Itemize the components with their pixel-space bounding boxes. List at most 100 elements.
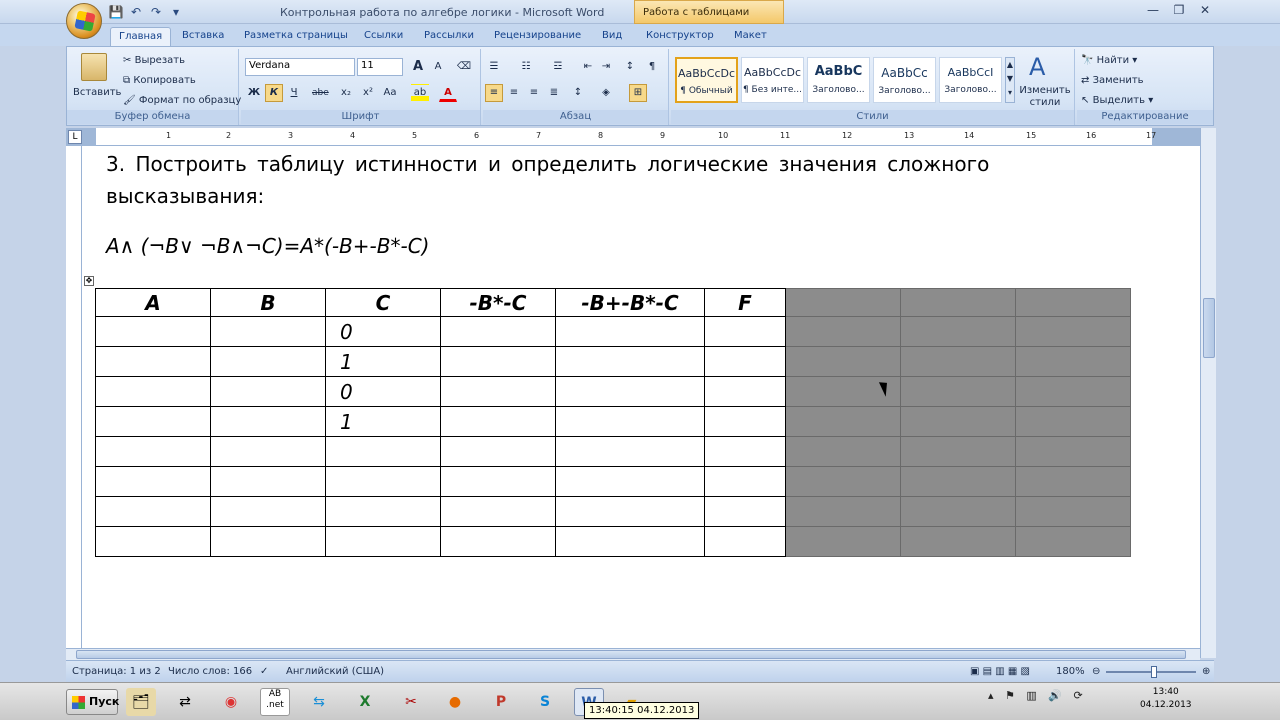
header-c[interactable]: C (325, 288, 441, 317)
volume-icon[interactable]: 🔊 (1048, 689, 1062, 702)
show-marks-button[interactable]: ¶ (643, 58, 661, 76)
table-cell-selected[interactable] (785, 436, 901, 467)
underline-button[interactable]: Ч (285, 84, 303, 102)
tab-home[interactable]: Главная (110, 27, 172, 46)
strikethrough-button[interactable]: abe (311, 84, 329, 102)
table-cell[interactable] (555, 526, 705, 557)
style-no-spacing[interactable]: AaBbCcDc ¶ Без инте... (741, 57, 804, 103)
table-cell-selected[interactable] (900, 288, 1016, 317)
cell-c-value[interactable]: 0 (325, 316, 441, 347)
redo-icon[interactable]: ↷ (148, 4, 164, 20)
change-case-button[interactable]: Aa (381, 84, 399, 102)
copy-button[interactable]: ⧉ Копировать (123, 75, 196, 86)
table-cell-selected[interactable] (900, 346, 1016, 377)
header-f[interactable]: F (704, 288, 786, 317)
table-cell[interactable] (555, 346, 705, 377)
tab-references[interactable]: Ссылки (356, 27, 411, 46)
vertical-scroll-thumb[interactable] (1203, 298, 1215, 358)
table-cell[interactable] (210, 496, 326, 527)
powerpoint-icon[interactable]: P (486, 688, 516, 716)
truth-table[interactable]: A B C -B*-C -B+-B*-C F 0101 (95, 288, 1131, 557)
abc-net-icon[interactable]: AB .net (260, 688, 290, 716)
style-heading-1[interactable]: AaBbC Заголово... (807, 57, 870, 103)
table-cell-selected[interactable] (900, 316, 1016, 347)
increase-indent-icon[interactable]: ⇥ (597, 58, 615, 76)
table-cell-selected[interactable] (785, 466, 901, 497)
tab-page-layout[interactable]: Разметка страницы (236, 27, 356, 46)
excel-icon[interactable]: X (350, 688, 380, 716)
minimize-icon[interactable]: — (1140, 1, 1166, 19)
table-cell[interactable] (95, 436, 211, 467)
table-cell[interactable] (704, 406, 786, 437)
table-cell-selected[interactable] (900, 376, 1016, 407)
table-cell[interactable] (440, 406, 556, 437)
header-b[interactable]: B (210, 288, 326, 317)
table-cell[interactable] (210, 436, 326, 467)
table-cell-selected[interactable] (1015, 406, 1131, 437)
superscript-button[interactable]: x² (359, 84, 377, 102)
table-cell-selected[interactable] (785, 288, 901, 317)
clear-format-icon[interactable]: ⌫ (455, 58, 473, 76)
table-cell[interactable] (95, 466, 211, 497)
spelling-icon[interactable]: ✓ (260, 666, 268, 677)
justify-icon[interactable]: ≣ (545, 84, 563, 102)
table-cell[interactable] (704, 376, 786, 407)
table-cell[interactable] (440, 466, 556, 497)
skype-icon[interactable]: S (530, 688, 560, 716)
horizontal-scrollbar[interactable] (66, 648, 1200, 660)
zoom-slider-knob[interactable] (1151, 666, 1157, 678)
table-cell-selected[interactable] (785, 406, 901, 437)
cell-c-value[interactable] (325, 466, 441, 497)
table-cell[interactable] (704, 526, 786, 557)
table-cell[interactable] (555, 436, 705, 467)
table-cell[interactable] (440, 316, 556, 347)
cell-c-value[interactable]: 0 (325, 376, 441, 407)
tool-icon[interactable]: ✂ (396, 688, 426, 716)
cell-c-value[interactable]: 1 (325, 406, 441, 437)
multilevel-list-icon[interactable]: ☲ (549, 58, 567, 76)
table-cell[interactable] (210, 406, 326, 437)
cell-c-value[interactable] (325, 436, 441, 467)
find-button[interactable]: 🔭 Найти ▾ (1081, 55, 1137, 66)
undo-icon[interactable]: ↶ (128, 4, 144, 20)
change-styles-icon[interactable]: A (1029, 53, 1045, 81)
shortcut-icon[interactable]: ⇄ (170, 688, 200, 716)
table-move-handle-icon[interactable]: ✥ (84, 276, 94, 286)
style-heading-2[interactable]: AaBbCc Заголово... (873, 57, 936, 103)
vertical-ruler[interactable] (66, 146, 82, 658)
numbering-icon[interactable]: ☷ (517, 58, 535, 76)
save-icon[interactable]: 💾 (108, 4, 124, 20)
tab-design[interactable]: Конструктор (638, 27, 722, 46)
table-cell[interactable] (555, 466, 705, 497)
word-count[interactable]: Число слов: 166 (168, 666, 252, 677)
table-cell[interactable] (555, 496, 705, 527)
table-cell-selected[interactable] (1015, 376, 1131, 407)
table-cell-selected[interactable] (785, 496, 901, 527)
view-buttons-icon[interactable]: ▣ ▤ ▥ ▦ ▧ (970, 666, 1030, 677)
clock[interactable]: 13:40 04.12.2013 (1140, 686, 1192, 712)
table-cell-selected[interactable] (785, 346, 901, 377)
borders-icon[interactable]: ⊞ (629, 84, 647, 102)
highlight-icon[interactable]: ab (411, 84, 429, 102)
cut-button[interactable]: ✂ Вырезать (123, 55, 185, 66)
network-icon[interactable]: ▥ (1026, 689, 1036, 702)
align-center-icon[interactable]: ≡ (505, 84, 523, 102)
zoom-level[interactable]: 180% (1056, 666, 1085, 677)
maximize-icon[interactable]: ❐ (1166, 1, 1192, 19)
table-cell[interactable] (704, 466, 786, 497)
table-cell[interactable] (210, 316, 326, 347)
tab-insert[interactable]: Вставка (174, 27, 232, 46)
vertical-scrollbar[interactable] (1200, 128, 1216, 658)
office-button[interactable] (66, 3, 102, 39)
table-cell-selected[interactable] (1015, 316, 1131, 347)
firefox-icon[interactable]: ● (440, 688, 470, 716)
table-cell[interactable] (440, 496, 556, 527)
table-cell[interactable] (704, 496, 786, 527)
flag-icon[interactable]: ⚑ (1005, 689, 1015, 702)
table-cell[interactable] (440, 376, 556, 407)
tray-expand-icon[interactable]: ▴ (988, 689, 994, 702)
shading-icon[interactable]: ◈ (597, 84, 615, 102)
table-cell-selected[interactable] (1015, 496, 1131, 527)
italic-button[interactable]: К (265, 84, 283, 102)
font-name-input[interactable]: Verdana (245, 58, 355, 76)
